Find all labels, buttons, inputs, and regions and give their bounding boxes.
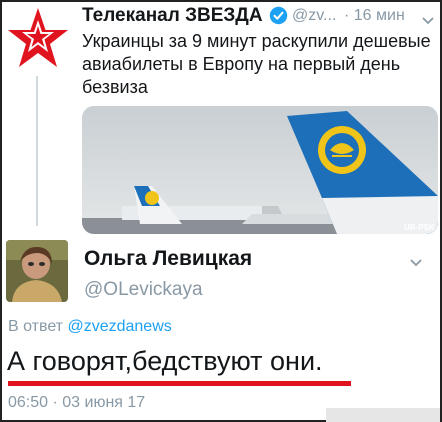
reply-author-name[interactable]: Ольга Левицкая: [84, 247, 252, 271]
reply-context: В ответ @zvezdanews: [8, 318, 172, 336]
chevron-down-icon[interactable]: [422, 12, 434, 25]
corner-overlay: [326, 408, 440, 422]
reply-author-handle[interactable]: @OLevickaya: [84, 279, 203, 301]
quoted-tweet-text: Украинцы за 9 минут раскупили дешевые ав…: [82, 31, 431, 97]
tweet-timestamp[interactable]: 06:50 · 03 июня 17: [8, 394, 145, 412]
verified-badge-icon: [269, 6, 288, 25]
reply-context-prefix: В ответ: [8, 318, 64, 335]
reply-mention-link[interactable]: @zvezdanews: [67, 318, 171, 335]
avatar[interactable]: [6, 240, 68, 302]
reply-tweet-text: А говорят,бедствуют они.: [7, 346, 323, 376]
aircraft-registration-text: UR-PSK: [404, 223, 435, 232]
airplane-tails-image: UR-PSK: [82, 106, 438, 234]
quoted-author-handle[interactable]: @zv...: [292, 7, 336, 25]
quoted-tweet-header: Телеканал ЗВЕЗДА @zv... · 16 мин: [82, 5, 438, 29]
red-underline-highlight: [8, 381, 351, 386]
thread-line: [36, 76, 38, 226]
zvezda-logo-avatar[interactable]: [6, 6, 70, 70]
user-photo-icon: [6, 240, 68, 302]
red-star-logo-icon: [8, 8, 68, 67]
chevron-down-icon[interactable]: [410, 254, 422, 267]
quoted-tweet-time[interactable]: · 16 мин: [344, 7, 405, 25]
quoted-author-name[interactable]: Телеканал ЗВЕЗДА: [82, 5, 263, 27]
tweet-image-airplanes[interactable]: UR-PSK: [82, 106, 438, 234]
